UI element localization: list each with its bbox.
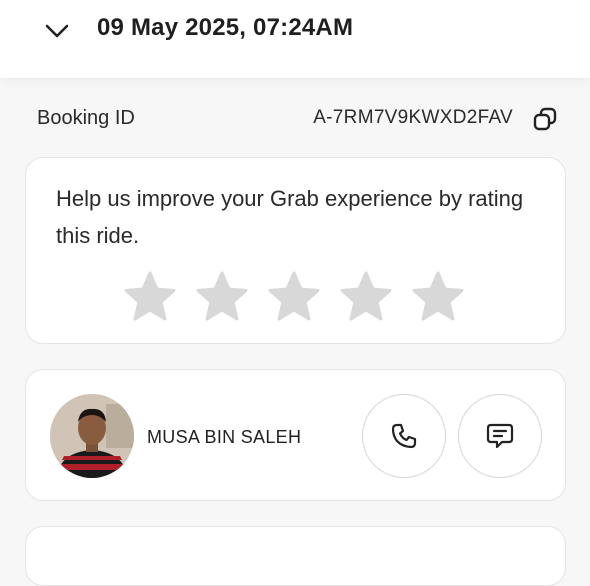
booking-id-value: A-7RM7V9KWXD2FAV: [313, 107, 513, 128]
rating-prompt: Help us improve your Grab experience by …: [56, 186, 524, 248]
next-card: [25, 526, 566, 586]
star-4-icon[interactable]: [339, 270, 393, 324]
copy-booking-id-button[interactable]: [531, 104, 559, 134]
rating-card: Help us improve your Grab experience by …: [25, 157, 566, 344]
call-driver-button[interactable]: [362, 394, 446, 478]
collapse-button[interactable]: [40, 16, 74, 46]
driver-card: MUSA BIN SALEH: [25, 369, 566, 501]
driver-photo: [50, 394, 134, 478]
chat-driver-button[interactable]: [458, 394, 542, 478]
driver-name: MUSA BIN SALEH: [147, 427, 302, 447]
driver-avatar: [50, 394, 134, 478]
star-rating: [123, 270, 465, 324]
chevron-down-icon: [45, 24, 69, 38]
copy-icon: [533, 107, 557, 131]
booking-id-label: Booking ID: [37, 107, 135, 129]
top-header: 09 May 2025, 07:24AM: [0, 0, 590, 78]
ride-datetime: 09 May 2025, 07:24AM: [97, 14, 354, 41]
phone-icon: [391, 423, 417, 449]
booking-id-row: Booking ID A-7RM7V9KWXD2FAV: [37, 104, 559, 134]
star-2-icon[interactable]: [195, 270, 249, 324]
star-1-icon[interactable]: [123, 270, 177, 324]
chat-icon: [486, 423, 514, 449]
star-5-icon[interactable]: [411, 270, 465, 324]
star-3-icon[interactable]: [267, 270, 321, 324]
